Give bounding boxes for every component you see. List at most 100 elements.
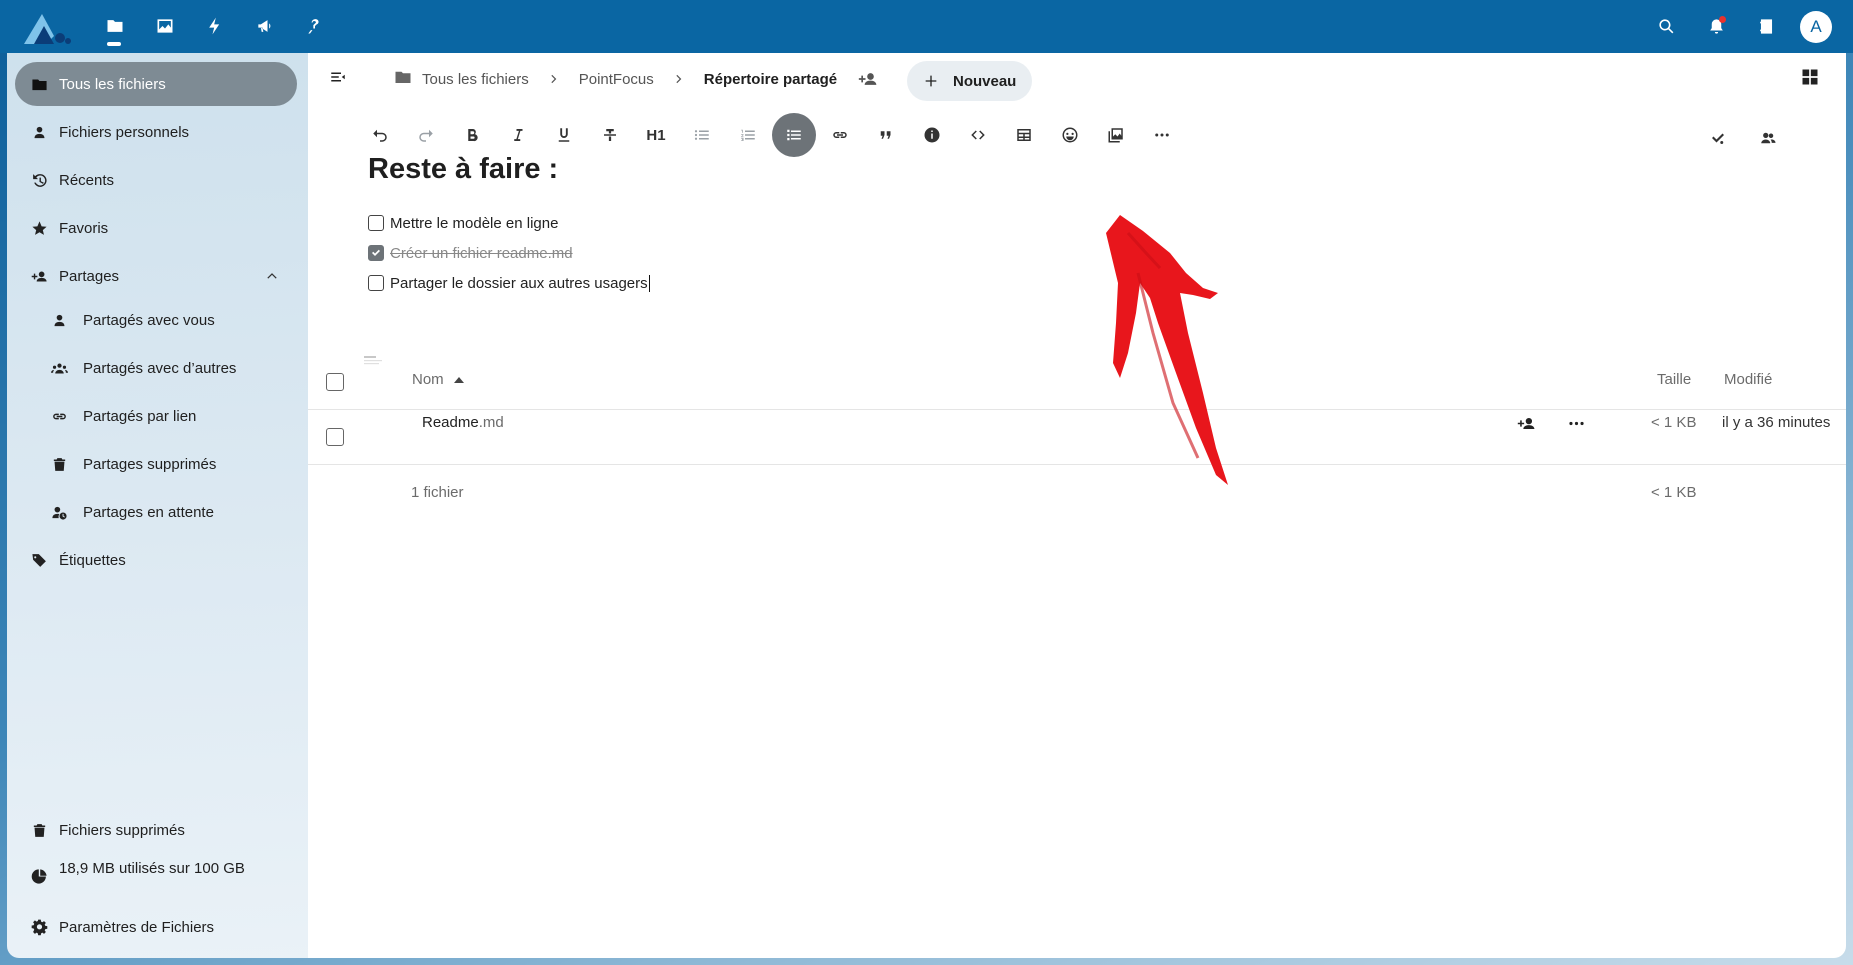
- task-checkbox[interactable]: [368, 275, 384, 291]
- select-all-checkbox[interactable]: [326, 373, 344, 391]
- column-header-name[interactable]: Nom: [412, 371, 464, 388]
- sidebar-item-label: Étiquettes: [59, 551, 126, 569]
- ordered-list-button[interactable]: [726, 113, 770, 157]
- sidebar-item-label: Partagés avec d’autres: [83, 359, 237, 377]
- annotation-arrow-icon: [1106, 215, 1228, 485]
- share-user-icon: [1517, 417, 1534, 429]
- quote-icon: [880, 131, 891, 139]
- folder-icon: [29, 74, 49, 94]
- sidebar-item-tags[interactable]: Étiquettes: [15, 538, 297, 582]
- strikethrough-icon: [604, 129, 616, 141]
- task-checkbox[interactable]: [368, 215, 384, 231]
- folder-icon: [394, 68, 422, 90]
- nextcloud-logo[interactable]: [20, 10, 72, 46]
- sidebar-item-label: Partages: [59, 267, 120, 285]
- menu-collapse-icon: [331, 72, 345, 82]
- plus-icon: [923, 73, 939, 89]
- sidebar-item-label: Tous les fichiers: [59, 75, 166, 93]
- sidebar-item-label: Partagés par lien: [83, 407, 197, 425]
- trash-icon: [29, 820, 49, 840]
- sidebar-item-favorites[interactable]: Favoris: [15, 206, 297, 250]
- contacts-icon[interactable]: [1751, 11, 1781, 41]
- more-options-button[interactable]: [1140, 113, 1184, 157]
- link-icon: [833, 132, 847, 138]
- sidebar-files-settings[interactable]: Paramètres de Fichiers: [15, 905, 297, 949]
- text-cursor: [648, 274, 650, 292]
- column-header-size[interactable]: Taille: [1657, 371, 1691, 388]
- image-icon: [1108, 128, 1123, 143]
- sidebar-quota: 18,9 MB utilisés sur 100 GB: [15, 854, 297, 898]
- grid-view-toggle[interactable]: [1796, 63, 1824, 91]
- sidebar-deleted-files[interactable]: Fichiers supprimés: [15, 808, 297, 852]
- photos-app-icon[interactable]: [150, 11, 180, 41]
- link-button[interactable]: [818, 113, 862, 157]
- bullet-list-button[interactable]: [680, 113, 724, 157]
- user-icon: [49, 310, 69, 330]
- navigation-sidebar: Tous les fichiers Fichiers personnels Ré…: [7, 53, 308, 958]
- redo-button[interactable]: [404, 113, 448, 157]
- task-list-button[interactable]: [772, 113, 816, 157]
- notifications-bell-icon[interactable]: [1701, 11, 1731, 41]
- sidebar-item-all-files[interactable]: Tous les fichiers: [15, 62, 297, 106]
- sidebar-item-deleted-shares[interactable]: Partages supprimés: [15, 442, 297, 486]
- task-item[interactable]: Partager le dossier aux autres usagers: [368, 272, 650, 294]
- column-header-modified[interactable]: Modifié: [1724, 371, 1772, 388]
- breadcrumb-item-all-files[interactable]: Tous les fichiers: [394, 68, 529, 90]
- file-actions-button[interactable]: [1560, 407, 1592, 439]
- share-folder-button[interactable]: [855, 66, 881, 92]
- announcements-app-icon[interactable]: [250, 11, 280, 41]
- saved-status-button[interactable]: [1696, 116, 1740, 160]
- sidebar-item-label: Paramètres de Fichiers: [59, 918, 215, 936]
- files-app-icon[interactable]: [100, 11, 130, 41]
- underline-button[interactable]: [542, 113, 586, 157]
- new-button[interactable]: Nouveau: [907, 61, 1032, 101]
- chevron-up-icon[interactable]: [265, 269, 279, 283]
- info-icon: [924, 127, 940, 143]
- document-heading[interactable]: Reste à faire :: [368, 153, 558, 186]
- sidebar-item-recent[interactable]: Récents: [15, 158, 297, 202]
- sidebar-item-label: Fichiers personnels: [59, 123, 190, 141]
- sidebar-item-shared-by-link[interactable]: Partagés par lien: [15, 394, 297, 438]
- notification-badge: [1719, 16, 1726, 23]
- task-item[interactable]: Mettre le modèle en ligne: [368, 212, 558, 234]
- help-app-icon[interactable]: [300, 11, 330, 41]
- blockquote-button[interactable]: [864, 113, 908, 157]
- search-icon[interactable]: [1651, 11, 1681, 41]
- activity-app-icon[interactable]: [200, 11, 230, 41]
- insert-image-button[interactable]: [1094, 113, 1138, 157]
- share-file-button[interactable]: [1510, 407, 1542, 439]
- breadcrumb: Tous les fichiers PointFocus Répertoire …: [394, 64, 881, 94]
- bold-button[interactable]: [450, 113, 494, 157]
- task-checkbox-checked[interactable]: [368, 245, 384, 261]
- chevron-right-icon: [547, 72, 561, 86]
- row-checkbox[interactable]: [326, 428, 344, 446]
- strikethrough-button[interactable]: [588, 113, 632, 157]
- sidebar-item-pending-shares[interactable]: Partages en attente: [15, 490, 297, 534]
- file-name[interactable]: Readme.md: [422, 414, 504, 431]
- sidebar-item-shares[interactable]: Partages: [15, 254, 297, 298]
- callout-button[interactable]: [910, 113, 954, 157]
- italic-button[interactable]: [496, 113, 540, 157]
- toggle-navigation-button[interactable]: [324, 63, 352, 91]
- code-block-button[interactable]: [956, 113, 1000, 157]
- undo-button[interactable]: [358, 113, 402, 157]
- sidebar-item-label: Récents: [59, 171, 115, 189]
- breadcrumb-item-current[interactable]: Répertoire partagé: [704, 71, 837, 88]
- total-size-summary: < 1 KB: [1651, 484, 1697, 501]
- divider: [308, 409, 1846, 410]
- table-icon: [1017, 129, 1031, 141]
- top-header: A: [0, 0, 1853, 53]
- sidebar-item-shared-with-you[interactable]: Partagés avec vous: [15, 298, 297, 342]
- task-item[interactable]: Créer un fichier readme.md: [368, 242, 573, 264]
- underline-icon: [558, 128, 570, 142]
- sidebar-item-personal-files[interactable]: Fichiers personnels: [15, 110, 297, 154]
- collaborators-button[interactable]: [1746, 116, 1790, 160]
- table-button[interactable]: [1002, 113, 1046, 157]
- sidebar-item-shared-with-others[interactable]: Partagés avec d’autres: [15, 346, 297, 390]
- user-avatar[interactable]: A: [1800, 11, 1832, 43]
- heading-button[interactable]: H1: [634, 113, 678, 157]
- sort-ascending-icon: [453, 377, 464, 384]
- sidebar-item-label: Favoris: [59, 219, 109, 237]
- breadcrumb-item-pointfocus[interactable]: PointFocus: [579, 71, 654, 88]
- emoji-button[interactable]: [1048, 113, 1092, 157]
